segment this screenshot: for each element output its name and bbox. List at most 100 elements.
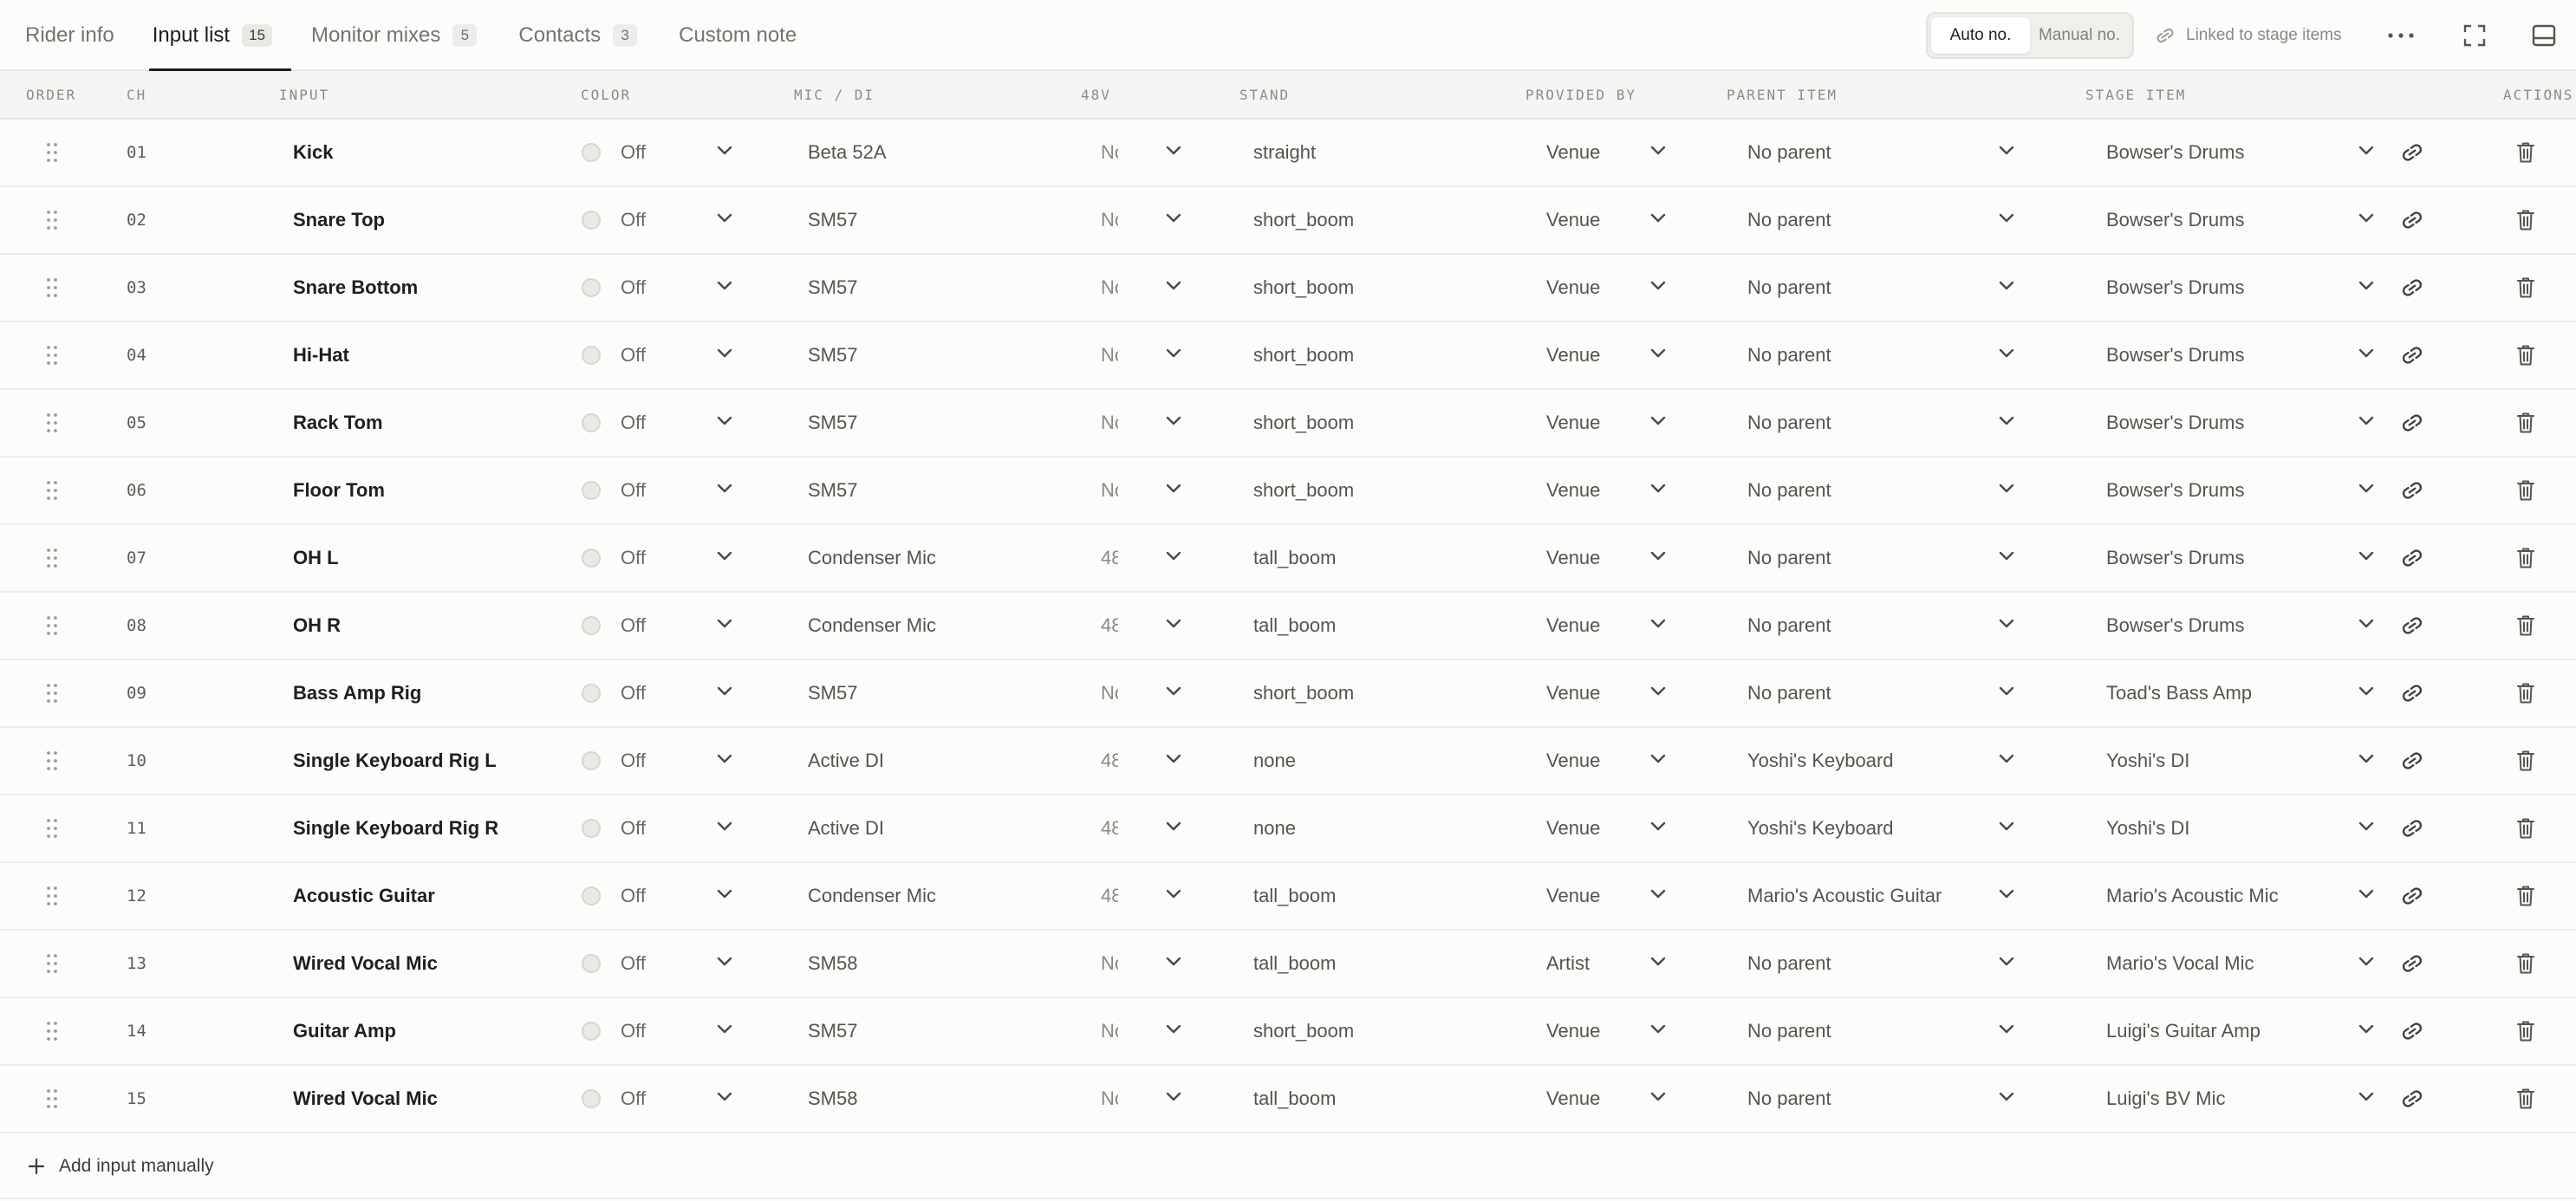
chevron-down-icon[interactable]	[2358, 1023, 2375, 1035]
color-select[interactable]: Off	[621, 660, 646, 726]
stand-field[interactable]: short_boom	[1253, 322, 1354, 388]
drag-handle[interactable]	[45, 728, 62, 794]
input-name-field[interactable]: Snare Top	[293, 187, 385, 253]
phantom-power-select[interactable]: No	[1101, 255, 1118, 321]
stand-field[interactable]: tall_boom	[1253, 863, 1336, 929]
mic-di-field[interactable]: SM58	[808, 1066, 857, 1132]
chevron-down-icon[interactable]	[1998, 888, 2015, 900]
drag-handle[interactable]	[45, 525, 62, 591]
stand-field[interactable]: short_boom	[1253, 998, 1354, 1064]
color-select[interactable]: Off	[621, 187, 646, 253]
link-icon[interactable]	[2401, 414, 2423, 432]
input-name-field[interactable]: Rack Tom	[293, 390, 383, 456]
parent-item-select[interactable]: No parent	[1747, 390, 1831, 456]
input-name-field[interactable]: OH R	[293, 593, 341, 659]
color-select[interactable]: Off	[621, 728, 646, 794]
chevron-down-icon[interactable]	[716, 753, 733, 765]
more-icon[interactable]	[2385, 24, 2417, 47]
chevron-down-icon[interactable]	[2358, 347, 2375, 360]
phantom-power-select[interactable]: No	[1101, 322, 1118, 388]
chevron-down-icon[interactable]	[1998, 212, 2015, 224]
chevron-down-icon[interactable]	[1998, 821, 2015, 833]
chevron-down-icon[interactable]	[1649, 280, 1667, 292]
phantom-power-select[interactable]: 48V	[1101, 795, 1118, 861]
chevron-down-icon[interactable]	[1165, 1023, 1182, 1035]
link-icon[interactable]	[2401, 1090, 2423, 1107]
stand-field[interactable]: short_boom	[1253, 390, 1354, 456]
tab-monitor-mixes[interactable]: Monitor mixes 5	[311, 0, 478, 71]
stage-item-select[interactable]: Bowser's Drums	[2106, 390, 2244, 456]
chevron-down-icon[interactable]	[1998, 753, 2015, 765]
parent-item-select[interactable]: No parent	[1747, 187, 1831, 253]
tab-custom-note[interactable]: Custom note	[679, 0, 797, 71]
link-icon[interactable]	[2401, 685, 2423, 702]
provided-by-select[interactable]: Venue	[1546, 525, 1600, 591]
color-select[interactable]: Off	[621, 795, 646, 861]
chevron-down-icon[interactable]	[1165, 347, 1182, 360]
provided-by-select[interactable]: Venue	[1546, 795, 1600, 861]
parent-item-select[interactable]: No parent	[1747, 931, 1831, 997]
mic-di-field[interactable]: SM58	[808, 931, 857, 997]
input-name-field[interactable]: Single Keyboard Rig R	[293, 795, 498, 861]
mic-di-field[interactable]: Beta 52A	[808, 120, 887, 185]
chevron-down-icon[interactable]	[1649, 415, 1667, 427]
drag-handle[interactable]	[45, 458, 62, 523]
stage-item-select[interactable]: Bowser's Drums	[2106, 322, 2244, 388]
chevron-down-icon[interactable]	[716, 347, 733, 360]
stand-field[interactable]: tall_boom	[1253, 593, 1336, 659]
chevron-down-icon[interactable]	[2358, 483, 2375, 495]
parent-item-select[interactable]: No parent	[1747, 1066, 1831, 1132]
drag-handle[interactable]	[45, 795, 62, 861]
phantom-power-select[interactable]: No	[1101, 931, 1118, 997]
chevron-down-icon[interactable]	[716, 415, 733, 427]
chevron-down-icon[interactable]	[716, 1091, 733, 1103]
stand-field[interactable]: short_boom	[1253, 660, 1354, 726]
chevron-down-icon[interactable]	[1165, 1091, 1182, 1103]
link-icon[interactable]	[2401, 955, 2423, 972]
chevron-down-icon[interactable]	[1998, 483, 2015, 495]
chevron-down-icon[interactable]	[2358, 618, 2375, 630]
chevron-down-icon[interactable]	[1165, 618, 1182, 630]
phantom-power-select[interactable]: No	[1101, 120, 1118, 185]
chevron-down-icon[interactable]	[1649, 618, 1667, 630]
input-name-field[interactable]: OH L	[293, 525, 339, 591]
phantom-power-select[interactable]: No	[1101, 1066, 1118, 1132]
chevron-down-icon[interactable]	[1998, 1023, 2015, 1035]
stand-field[interactable]: none	[1253, 795, 1296, 861]
trash-icon[interactable]	[2516, 1020, 2535, 1042]
drag-handle[interactable]	[45, 863, 62, 929]
chevron-down-icon[interactable]	[1165, 888, 1182, 900]
expand-icon[interactable]	[2462, 23, 2487, 48]
drag-handle[interactable]	[45, 255, 62, 321]
trash-icon[interactable]	[2516, 750, 2535, 772]
link-icon[interactable]	[2401, 279, 2423, 296]
drag-handle[interactable]	[45, 390, 62, 456]
chevron-down-icon[interactable]	[2358, 415, 2375, 427]
auto-number-option[interactable]: Auto no.	[1931, 17, 2030, 54]
trash-icon[interactable]	[2516, 952, 2535, 975]
color-select[interactable]: Off	[621, 322, 646, 388]
trash-icon[interactable]	[2516, 141, 2535, 164]
chevron-down-icon[interactable]	[1165, 753, 1182, 765]
mic-di-field[interactable]: Condenser Mic	[808, 593, 936, 659]
input-name-field[interactable]: Floor Tom	[293, 458, 385, 523]
color-select[interactable]: Off	[621, 593, 646, 659]
mic-di-field[interactable]: SM57	[808, 458, 857, 523]
stage-item-select[interactable]: Mario's Vocal Mic	[2106, 931, 2254, 997]
chevron-down-icon[interactable]	[2358, 956, 2375, 968]
phantom-power-select[interactable]: No	[1101, 458, 1118, 523]
chevron-down-icon[interactable]	[1998, 550, 2015, 562]
chevron-down-icon[interactable]	[2358, 280, 2375, 292]
mic-di-field[interactable]: Active DI	[808, 795, 884, 861]
link-icon[interactable]	[2401, 820, 2423, 837]
provided-by-select[interactable]: Venue	[1546, 728, 1600, 794]
chevron-down-icon[interactable]	[716, 956, 733, 968]
chevron-down-icon[interactable]	[716, 550, 733, 562]
phantom-power-select[interactable]: No	[1101, 187, 1118, 253]
chevron-down-icon[interactable]	[1649, 145, 1667, 157]
stage-item-select[interactable]: Yoshi's DI	[2106, 795, 2189, 861]
trash-icon[interactable]	[2516, 614, 2535, 637]
trash-icon[interactable]	[2516, 479, 2535, 502]
input-name-field[interactable]: Kick	[293, 120, 333, 185]
color-select[interactable]: Off	[621, 255, 646, 321]
